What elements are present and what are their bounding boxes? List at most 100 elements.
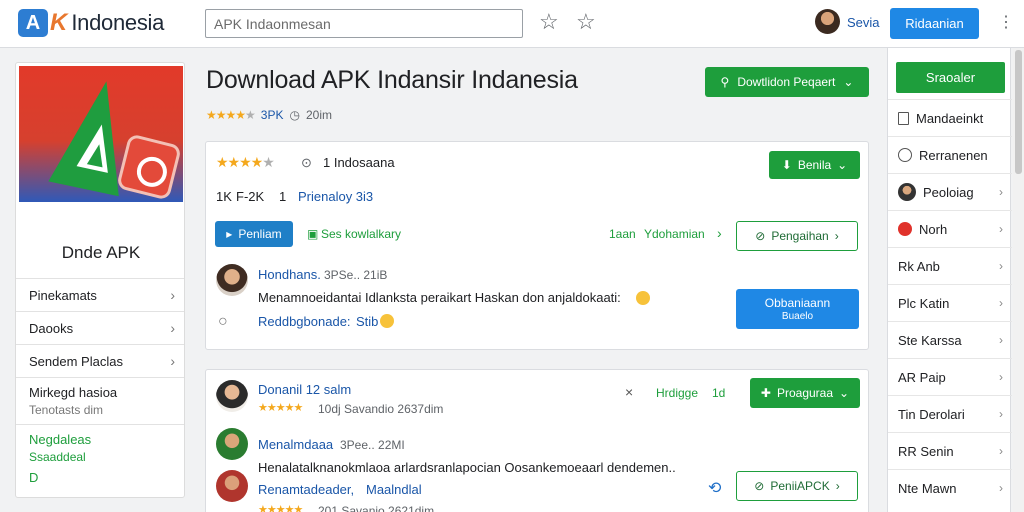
stats-link[interactable]: Prienaloy 3i3 bbox=[298, 189, 373, 204]
avatar[interactable] bbox=[216, 380, 248, 412]
time-text: 20im bbox=[305, 108, 332, 122]
avatar[interactable] bbox=[216, 470, 248, 502]
chevron-right-icon[interactable]: › bbox=[717, 225, 722, 241]
penliam-button[interactable]: ▸ Penliam bbox=[215, 221, 293, 247]
left-green-subtitle: Ssaaddeal bbox=[29, 450, 86, 464]
right-menu-item-label: Peoloiag bbox=[923, 184, 974, 200]
comment-link-b[interactable]: Maalndlal bbox=[366, 482, 422, 497]
link-icon: ⊘ bbox=[754, 479, 765, 493]
star-outline-icon[interactable]: ☆ bbox=[576, 10, 596, 34]
right-menu-item[interactable]: Ste Karssa › bbox=[888, 321, 1012, 358]
right-top-button[interactable]: Sraoaler bbox=[896, 62, 1005, 93]
search-icon[interactable]: ○ bbox=[218, 313, 228, 331]
left-info-title: Mirkegd hasioa bbox=[29, 385, 118, 400]
right-menu-item[interactable]: Rk Anb › bbox=[888, 247, 1012, 284]
peniiapck-button[interactable]: ⊘ PeniiAPCK › bbox=[736, 471, 858, 501]
logo-text: Indonesia bbox=[71, 10, 165, 35]
avatar[interactable] bbox=[216, 264, 248, 296]
chevron-right-icon: › bbox=[999, 185, 1003, 199]
comment-link[interactable]: Renamtadeader, bbox=[258, 482, 354, 497]
logo[interactable]: A K Indonesia bbox=[18, 8, 164, 38]
smile-emoji-icon bbox=[380, 314, 394, 328]
right-menu-item-label: RR Senin bbox=[898, 443, 954, 459]
user2-meta: 3Pee.. 22MI bbox=[340, 438, 405, 452]
chevron-down-icon: ⌄ bbox=[837, 158, 848, 172]
comment-text: Henalatalknanokmlaoa arlardsranlapocian … bbox=[258, 460, 676, 475]
card-rating-stars: ★★★★★ bbox=[216, 154, 275, 170]
right-menu-item[interactable]: Norh › bbox=[888, 210, 1012, 247]
chevron-down-icon: ⌄ bbox=[839, 386, 850, 400]
more-vert-icon[interactable]: ⋮ bbox=[998, 12, 1014, 32]
chevron-right-icon: › bbox=[999, 370, 1003, 384]
left-menu-item[interactable]: Sendem Placlas › bbox=[16, 344, 184, 377]
share-icon[interactable]: ⟲ bbox=[708, 478, 721, 498]
left-menu-item[interactable]: Daooks › bbox=[16, 311, 184, 344]
chevron-right-icon: › bbox=[834, 229, 839, 243]
obbaniaann-button[interactable]: Obbaniaann Buaelo bbox=[736, 289, 859, 329]
secondary-link[interactable]: Ses kowlalkary bbox=[321, 227, 401, 241]
obbaniaann-button-label: Obbaniaann bbox=[764, 296, 831, 310]
chevron-right-icon: › bbox=[170, 353, 175, 369]
penliam-button-label: Penliam bbox=[238, 227, 282, 241]
search-input[interactable] bbox=[205, 9, 523, 38]
review-card: Donanil 12 salm ★★★★★ 10dj Savandio 2637… bbox=[205, 369, 869, 512]
chevron-right-icon: › bbox=[999, 259, 1003, 273]
user1-meta: 10dj Savandio 2637dim bbox=[318, 402, 444, 416]
right-menu-item[interactable]: Rerranenen bbox=[888, 136, 1012, 173]
comment-user[interactable]: Donanil 12 salm bbox=[258, 382, 351, 397]
smile-emoji-icon bbox=[636, 291, 650, 305]
right-menu-item[interactable]: Plc Katin › bbox=[888, 284, 1012, 321]
stat-a: 1K bbox=[216, 189, 232, 204]
meta-num: 1d bbox=[712, 386, 726, 400]
star-outline-icon[interactable]: ☆ bbox=[539, 10, 559, 34]
review-card: ★★★★★ ⊙ 1 Indosaana 1K F-2K 1 Prienaloy … bbox=[205, 141, 869, 350]
avatar[interactable] bbox=[216, 428, 248, 460]
primary-header-button[interactable]: Ridaanian bbox=[890, 8, 979, 39]
comment-user[interactable]: Hondhans. bbox=[258, 267, 321, 282]
left-info-subtitle: Tenotasts dim bbox=[29, 403, 104, 417]
top-bar: A K Indonesia ☆ ☆ Sevia Ridaanian ⋮ bbox=[0, 0, 1024, 48]
user-name[interactable]: Sevia bbox=[847, 15, 880, 30]
card-rating-label: 1 Indosaana bbox=[323, 155, 395, 170]
proaguraa-button[interactable]: ✚ Proaguraa ⌄ bbox=[750, 378, 860, 408]
obbaniaann-button-sublabel: Buaelo bbox=[781, 311, 814, 322]
chevron-right-icon: › bbox=[999, 444, 1003, 458]
avatar[interactable] bbox=[815, 9, 840, 34]
pengaihan-button-label: Pengaihan bbox=[771, 229, 829, 243]
left-green-block[interactable]: Negdaleas Ssaaddeal D bbox=[16, 424, 184, 492]
right-menu-item[interactable]: Mandaeinkt bbox=[888, 99, 1012, 136]
user1-stars: ★★★★★ bbox=[258, 402, 303, 414]
link-icon: ⊘ bbox=[755, 229, 766, 243]
chevron-right-icon: › bbox=[170, 320, 175, 336]
pengaihan-button[interactable]: ⊘ Pengaihan › bbox=[736, 221, 858, 251]
download-button-label: Dowtlidon Peqaert bbox=[737, 75, 836, 89]
right-menu-item[interactable]: Tin Derolari › bbox=[888, 395, 1012, 432]
left-menu-item[interactable]: Pinekamats › bbox=[16, 278, 184, 311]
stat-c: 1 bbox=[279, 189, 287, 204]
right-menu-item[interactable]: AR Paip › bbox=[888, 358, 1012, 395]
right-menu-item[interactable]: RR Senin › bbox=[888, 432, 1012, 469]
user3-stars: ★★★★★ bbox=[258, 504, 303, 512]
benila-button[interactable]: ⬇ Benila ⌄ bbox=[769, 151, 860, 179]
shield-icon: ▣ bbox=[307, 227, 319, 241]
rating-text[interactable]: 3PK bbox=[261, 108, 284, 122]
download-button[interactable]: ⚲ Dowtlidon Peqaert ⌄ bbox=[705, 67, 869, 97]
stat-b: F-2K bbox=[236, 189, 265, 204]
left-menu-item-label: Sendem Placlas bbox=[29, 353, 123, 369]
scrollbar[interactable] bbox=[1013, 48, 1024, 512]
right-menu-item-label: Plc Katin bbox=[898, 295, 950, 311]
comment-user[interactable]: Menalmdaaa bbox=[258, 437, 333, 452]
thumbs-up-icon: ✚ bbox=[760, 386, 771, 400]
right-menu-item[interactable]: Nte Mawn › bbox=[888, 469, 1012, 506]
comment-link[interactable]: Reddbgbonade: bbox=[258, 314, 351, 329]
close-icon[interactable]: × bbox=[625, 384, 633, 400]
left-green-title: Negdaleas bbox=[29, 432, 92, 447]
page-title: Download APK Indansir Indanesia bbox=[206, 66, 578, 94]
play-icon: ▸ bbox=[226, 227, 233, 241]
proaguraa-button-label: Proaguraa bbox=[776, 386, 834, 400]
right-menu-item[interactable]: Peoloiag › bbox=[888, 173, 1012, 210]
thumb-icon: ⊙ bbox=[301, 155, 312, 170]
meta-label: Hrdigge bbox=[656, 386, 699, 400]
scrollbar-thumb[interactable] bbox=[1015, 50, 1022, 174]
comment-link-b[interactable]: Stib bbox=[356, 314, 378, 329]
